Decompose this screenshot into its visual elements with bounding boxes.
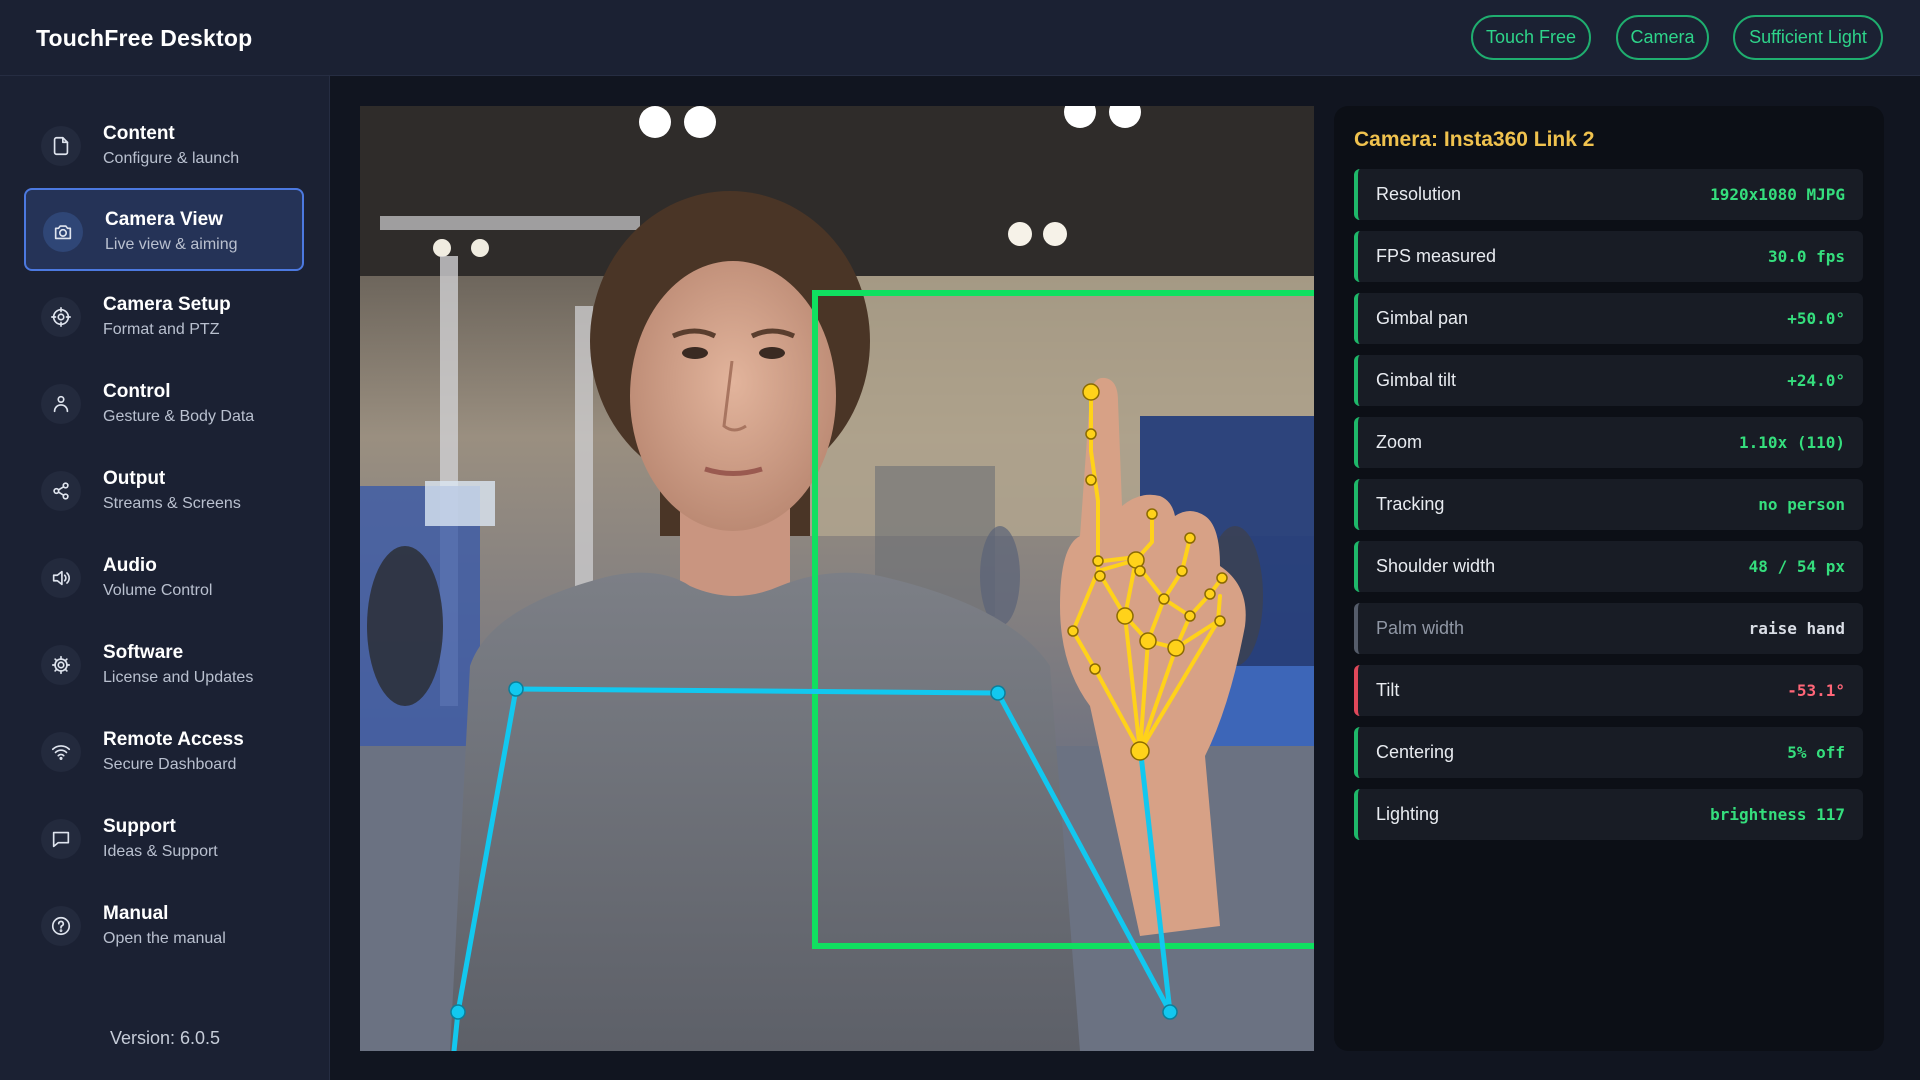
person-icon	[41, 384, 81, 424]
sidebar-item-title: Camera View	[105, 209, 223, 230]
metric-tilt: Tilt -53.1°	[1354, 665, 1863, 716]
share-icon	[41, 471, 81, 511]
metric-label: Gimbal pan	[1376, 308, 1469, 328]
ceiling-light	[471, 239, 489, 257]
sidebar-item-camera-view[interactable]: Camera View Live view & aiming	[24, 188, 304, 271]
chat-icon	[41, 819, 81, 859]
ceiling-light	[1008, 222, 1032, 246]
ceiling-light	[639, 106, 671, 138]
metric-gimbal-pan: Gimbal pan +50.0°	[1354, 293, 1863, 344]
app-header: TouchFree Desktop Touch Free Camera Suff…	[0, 0, 1920, 76]
status-pill-touch-free[interactable]: Touch Free	[1471, 15, 1591, 60]
metric-label: Lighting	[1376, 804, 1440, 824]
ceiling-light	[1043, 222, 1067, 246]
help-icon	[41, 906, 81, 946]
metric-value: 30.0 fps	[1767, 247, 1845, 266]
truss	[380, 216, 640, 230]
sidebar-item-title: Software	[103, 642, 184, 663]
metric-value: +50.0°	[1787, 309, 1845, 328]
metric-label: Resolution	[1376, 184, 1462, 204]
status-pill-camera[interactable]: Camera	[1616, 15, 1709, 60]
metric-label: Shoulder width	[1376, 556, 1496, 576]
sidebar-item-title: Support	[103, 816, 176, 837]
sidebar-item-camera-setup[interactable]: Camera Setup Format and PTZ	[24, 275, 304, 358]
metric-label: Palm width	[1376, 618, 1465, 638]
booth-screen	[425, 481, 495, 526]
camera-frame	[360, 106, 1314, 1051]
gear-icon	[41, 645, 81, 685]
sidebar: Content Configure & launch Camera View L…	[0, 76, 330, 1080]
metric-shoulder-width: Shoulder width 48 / 54 px	[1354, 541, 1863, 592]
metric-value: -53.1°	[1787, 681, 1845, 700]
sidebar-item-subtitle: License and Updates	[103, 669, 254, 686]
metric-value: raise hand	[1748, 619, 1845, 638]
metric-label: Centering	[1376, 742, 1455, 762]
metric-lighting: Lighting brightness 117	[1354, 789, 1863, 840]
sidebar-item-support[interactable]: Support Ideas & Support	[24, 797, 304, 880]
sidebar-item-manual[interactable]: Manual Open the manual	[24, 884, 304, 967]
person-eye	[759, 347, 785, 359]
sidebar-item-subtitle: Secure Dashboard	[103, 756, 237, 773]
person-face	[630, 261, 836, 531]
person-shirt	[450, 572, 1080, 1051]
metric-value: no person	[1758, 495, 1845, 514]
sidebar-item-subtitle: Volume Control	[103, 582, 213, 599]
sidebar-item-content[interactable]: Content Configure & launch	[24, 104, 304, 187]
sidebar-item-title: Output	[103, 468, 166, 489]
sidebar-item-subtitle: Gesture & Body Data	[103, 408, 255, 425]
ceiling-light	[684, 106, 716, 138]
metric-value: 1.10x (110)	[1739, 433, 1845, 452]
sidebar-item-title: Manual	[103, 903, 169, 924]
sidebar-item-subtitle: Streams & Screens	[103, 495, 241, 512]
camera-info-panel: Camera: Insta360 Link 2 Resolution 1920x…	[1334, 106, 1884, 1051]
sidebar-item-title: Remote Access	[103, 729, 244, 750]
app-title: TouchFree Desktop	[36, 25, 253, 51]
background-person	[367, 546, 443, 706]
sidebar-item-subtitle: Open the manual	[103, 930, 226, 947]
sidebar-item-subtitle: Configure & launch	[103, 150, 240, 167]
speaker-icon	[41, 558, 81, 598]
sidebar-item-output[interactable]: Output Streams & Screens	[24, 449, 304, 532]
camera-name-title: Camera: Insta360 Link 2	[1354, 128, 1595, 151]
sidebar-item-control[interactable]: Control Gesture & Body Data	[24, 362, 304, 445]
person-eye	[682, 347, 708, 359]
metric-value: brightness 117	[1710, 805, 1845, 824]
metric-label: Tilt	[1376, 680, 1400, 700]
sidebar-item-title: Control	[103, 381, 171, 402]
metric-resolution: Resolution 1920x1080 MJPG	[1354, 169, 1863, 220]
sidebar-item-title: Camera Setup	[103, 294, 231, 315]
metric-palm-width: Palm width raise hand	[1354, 603, 1863, 654]
sidebar-item-remote-access[interactable]: Remote Access Secure Dashboard	[24, 710, 304, 793]
sidebar-item-title: Content	[103, 123, 175, 144]
metric-label: Tracking	[1376, 494, 1445, 514]
sidebar-item-subtitle: Live view & aiming	[105, 236, 238, 253]
sidebar-item-audio[interactable]: Audio Volume Control	[24, 536, 304, 619]
ceiling-light	[433, 239, 451, 257]
metric-value: 48 / 54 px	[1748, 557, 1845, 576]
camera-live-view[interactable]	[360, 106, 1314, 1051]
metric-value: +24.0°	[1787, 371, 1845, 390]
sidebar-item-software[interactable]: Software License and Updates	[24, 623, 304, 706]
metric-fps: FPS measured 30.0 fps	[1354, 231, 1863, 282]
crosshair-icon	[41, 297, 81, 337]
sidebar-item-subtitle: Ideas & Support	[103, 843, 218, 860]
metric-centering: Centering 5% off	[1354, 727, 1863, 778]
background-person	[980, 526, 1020, 626]
sidebar-item-title: Audio	[103, 555, 157, 576]
metric-tracking: Tracking no person	[1354, 479, 1863, 530]
sidebar-item-subtitle: Format and PTZ	[103, 321, 220, 338]
file-icon	[41, 126, 81, 166]
metric-label: FPS measured	[1376, 246, 1497, 266]
status-pill-sufficient-light[interactable]: Sufficient Light	[1733, 15, 1883, 60]
metric-value: 5% off	[1787, 743, 1845, 762]
app-version: Version: 6.0.5	[109, 1028, 221, 1048]
metric-gimbal-tilt: Gimbal tilt +24.0°	[1354, 355, 1863, 406]
wifi-icon	[41, 732, 81, 772]
metric-value: 1920x1080 MJPG	[1710, 185, 1845, 204]
camera-icon	[43, 212, 83, 252]
metric-label: Gimbal tilt	[1376, 370, 1457, 390]
metric-zoom: Zoom 1.10x (110)	[1354, 417, 1863, 468]
metric-label: Zoom	[1376, 432, 1423, 452]
